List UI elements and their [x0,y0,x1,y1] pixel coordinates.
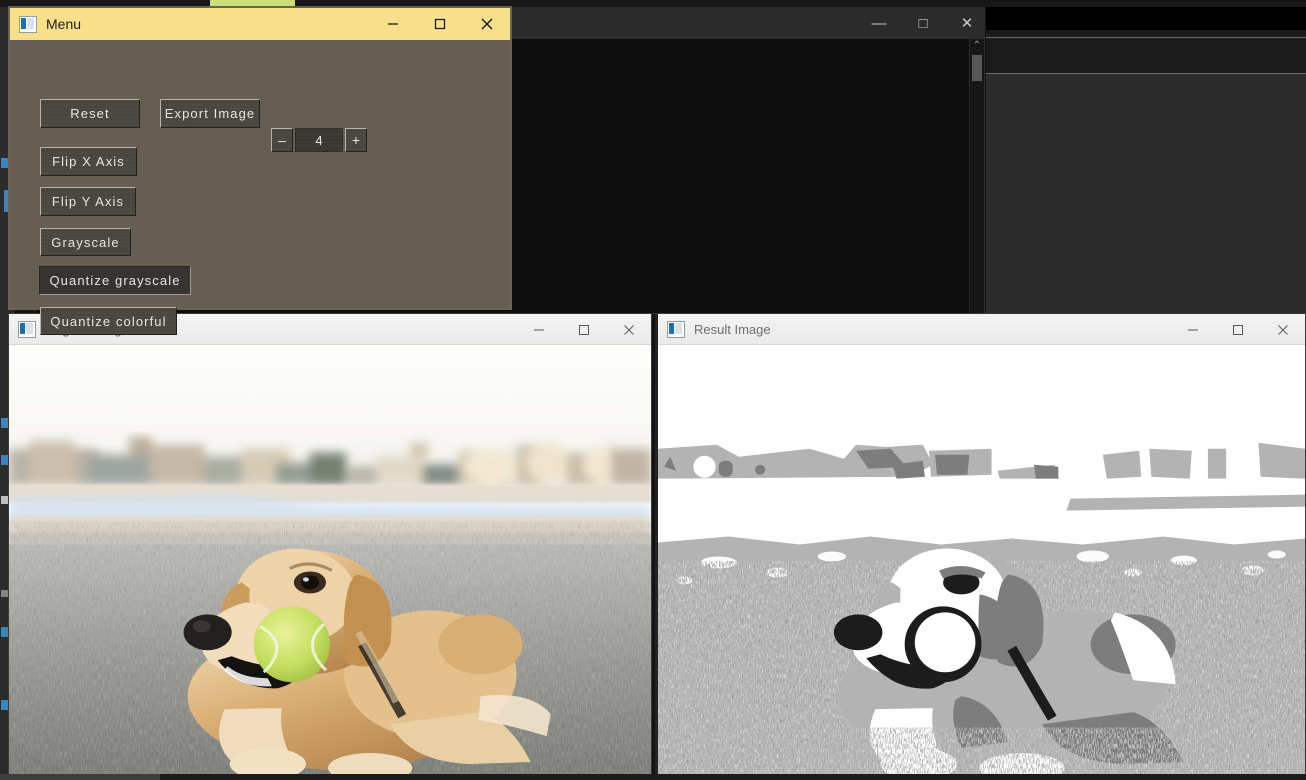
result-window-body [658,345,1305,774]
quantize-colorful-button[interactable]: Quantize colorful [40,307,177,335]
quantize-levels-increment-button[interactable]: + [345,128,367,152]
menu-window-maximize-button[interactable] [416,8,463,40]
menu-window[interactable]: Menu Reset Export Image Flip X Axis Flip… [8,6,512,335]
menu-window-title: Menu [46,16,82,32]
ide-right-panel [986,7,1306,314]
original-window-close-button[interactable] [606,314,651,345]
result-photo-render [658,345,1305,774]
export-image-button[interactable]: Export Image [160,99,260,128]
result-window-minimize-button[interactable] [1170,314,1215,345]
result-window-maximize-button[interactable] [1215,314,1260,345]
screen: — □ ✕ ⌃ Original image [0,0,1306,780]
desktop-bottom-strip [0,774,1306,780]
original-window-body [9,345,651,774]
ide-right-panel-divider-1 [986,37,1306,38]
app-window-icon [18,320,36,338]
background-window-close-button[interactable]: ✕ [956,13,978,35]
result-window-title: Result Image [694,321,771,337]
original-window-minimize-button[interactable] [516,314,561,345]
original-image-window[interactable]: Original image [8,313,652,775]
menu-window-titlebar[interactable]: Menu [10,8,510,40]
app-window-icon [19,15,37,33]
result-window-close-button[interactable] [1260,314,1305,345]
ide-right-panel-content [986,74,1306,314]
quantize-levels-value[interactable]: 4 [295,128,343,152]
ide-right-panel-header [986,7,1306,30]
app-window-icon [667,320,685,338]
flip-x-axis-button[interactable]: Flip X Axis [40,147,137,176]
background-window-scrollbar[interactable]: ⌃ [969,39,984,313]
original-photo-render [9,345,651,774]
background-window-minimize-button[interactable]: — [868,13,890,35]
flip-y-axis-button[interactable]: Flip Y Axis [40,187,136,216]
menu-window-close-button[interactable] [463,8,510,40]
background-window-maximize-button[interactable]: □ [912,13,934,35]
scrollbar-thumb[interactable] [972,55,982,81]
original-window-maximize-button[interactable] [561,314,606,345]
grayscale-button[interactable]: Grayscale [40,228,131,256]
result-photo [658,345,1305,774]
scroll-up-arrow-icon[interactable]: ⌃ [970,39,984,53]
result-image-window[interactable]: Result Image [655,313,1306,775]
quantize-levels-decrement-button[interactable]: – [271,128,293,152]
menu-window-minimize-button[interactable] [369,8,416,40]
menu-window-body: Reset Export Image Flip X Axis Flip Y Ax… [10,40,510,335]
desktop-bottom-strip-left [0,774,160,780]
result-window-titlebar[interactable]: Result Image [658,314,1305,345]
quantize-grayscale-button[interactable]: Quantize grayscale [39,266,191,295]
reset-button[interactable]: Reset [40,99,140,128]
original-photo [9,345,651,774]
